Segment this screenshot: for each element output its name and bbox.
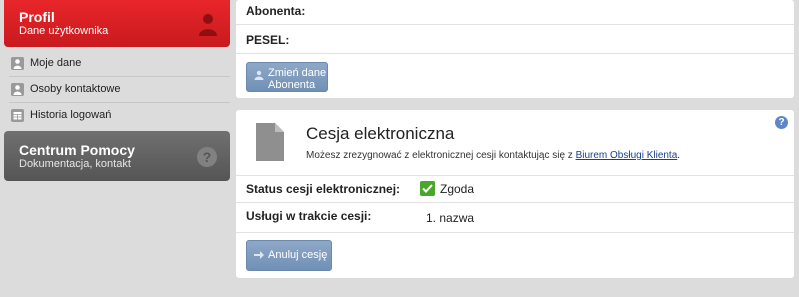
- cesja-description-suffix: .: [677, 150, 681, 161]
- cancel-cesja-button[interactable]: Anuluj cesję: [246, 240, 332, 271]
- cesja-services-label: Usługi w trakcie cesji:: [246, 209, 372, 223]
- profile-title: Profil: [19, 9, 55, 25]
- sidebar-menu: Moje dane Osoby kontaktowe Historia logo…: [4, 51, 230, 128]
- cesja-description-text: Możesz zrezygnować z elektronicznej cesj…: [306, 150, 576, 161]
- cesja-status-row: Status cesji elektronicznej: Zgoda: [236, 175, 794, 203]
- pesel-label: PESEL:: [246, 33, 290, 47]
- address-row: Abonenta:: [236, 0, 794, 25]
- user-icon: [199, 14, 217, 36]
- sidebar-item-historia-logowan[interactable]: Historia logowań: [9, 103, 230, 128]
- change-subscriber-data-button[interactable]: Zmień dane Abonenta: [246, 62, 328, 92]
- cancel-cesja-label: Anuluj cesję: [268, 249, 328, 261]
- change-button-line1: Zmień dane: [268, 67, 327, 79]
- check-icon: [420, 181, 435, 196]
- help-icon[interactable]: ?: [775, 116, 788, 129]
- cesja-panel: Cesja elektroniczna Możesz zrezygnować z…: [236, 110, 794, 278]
- help-center-title: Centrum Pomocy: [19, 142, 135, 158]
- sidebar-item-label: Historia logowań: [30, 109, 112, 121]
- sidebar-item-label: Moje dane: [30, 57, 82, 69]
- help-center-subtitle: Dokumentacja, kontakt: [19, 158, 131, 170]
- user-icon: [254, 70, 264, 80]
- cesja-services-value: 1. nazwa: [426, 211, 475, 225]
- cesja-status-value: Zgoda: [440, 182, 475, 196]
- address-label: Abonenta:: [246, 4, 306, 18]
- sidebar-item-label: Osoby kontaktowe: [30, 83, 121, 95]
- cesja-services-row: Usługi w trakcie cesji: 1. nazwa: [236, 202, 794, 233]
- cesja-title: Cesja elektroniczna: [306, 124, 455, 143]
- question-mark-icon: ?: [197, 147, 217, 167]
- document-icon: [256, 123, 284, 161]
- calendar-icon: [11, 109, 24, 122]
- arrow-right-icon: [254, 251, 264, 259]
- sidebar-item-moje-dane[interactable]: Moje dane: [9, 51, 230, 77]
- profile-nav-item[interactable]: Profil Dane użytkownika: [4, 0, 230, 47]
- change-button-line2: Abonenta: [268, 79, 316, 91]
- help-center-nav-item[interactable]: Centrum Pomocy Dokumentacja, kontakt ?: [4, 131, 230, 181]
- pesel-row: PESEL:: [236, 25, 794, 54]
- profile-subtitle: Dane użytkownika: [19, 25, 109, 37]
- customer-service-link[interactable]: Biurem Obsługi Klienta: [576, 150, 678, 161]
- subscriber-data-panel: Abonenta: PESEL: Zmień dane Abonenta: [236, 0, 794, 98]
- cesja-description: Możesz zrezygnować z elektronicznej cesj…: [306, 150, 680, 161]
- user-icon: [11, 57, 24, 70]
- sidebar: Profil Dane użytkownika Moje dane Osoby …: [4, 0, 230, 181]
- contact-user-icon: [11, 83, 24, 96]
- sidebar-item-osoby-kontaktowe[interactable]: Osoby kontaktowe: [9, 77, 230, 103]
